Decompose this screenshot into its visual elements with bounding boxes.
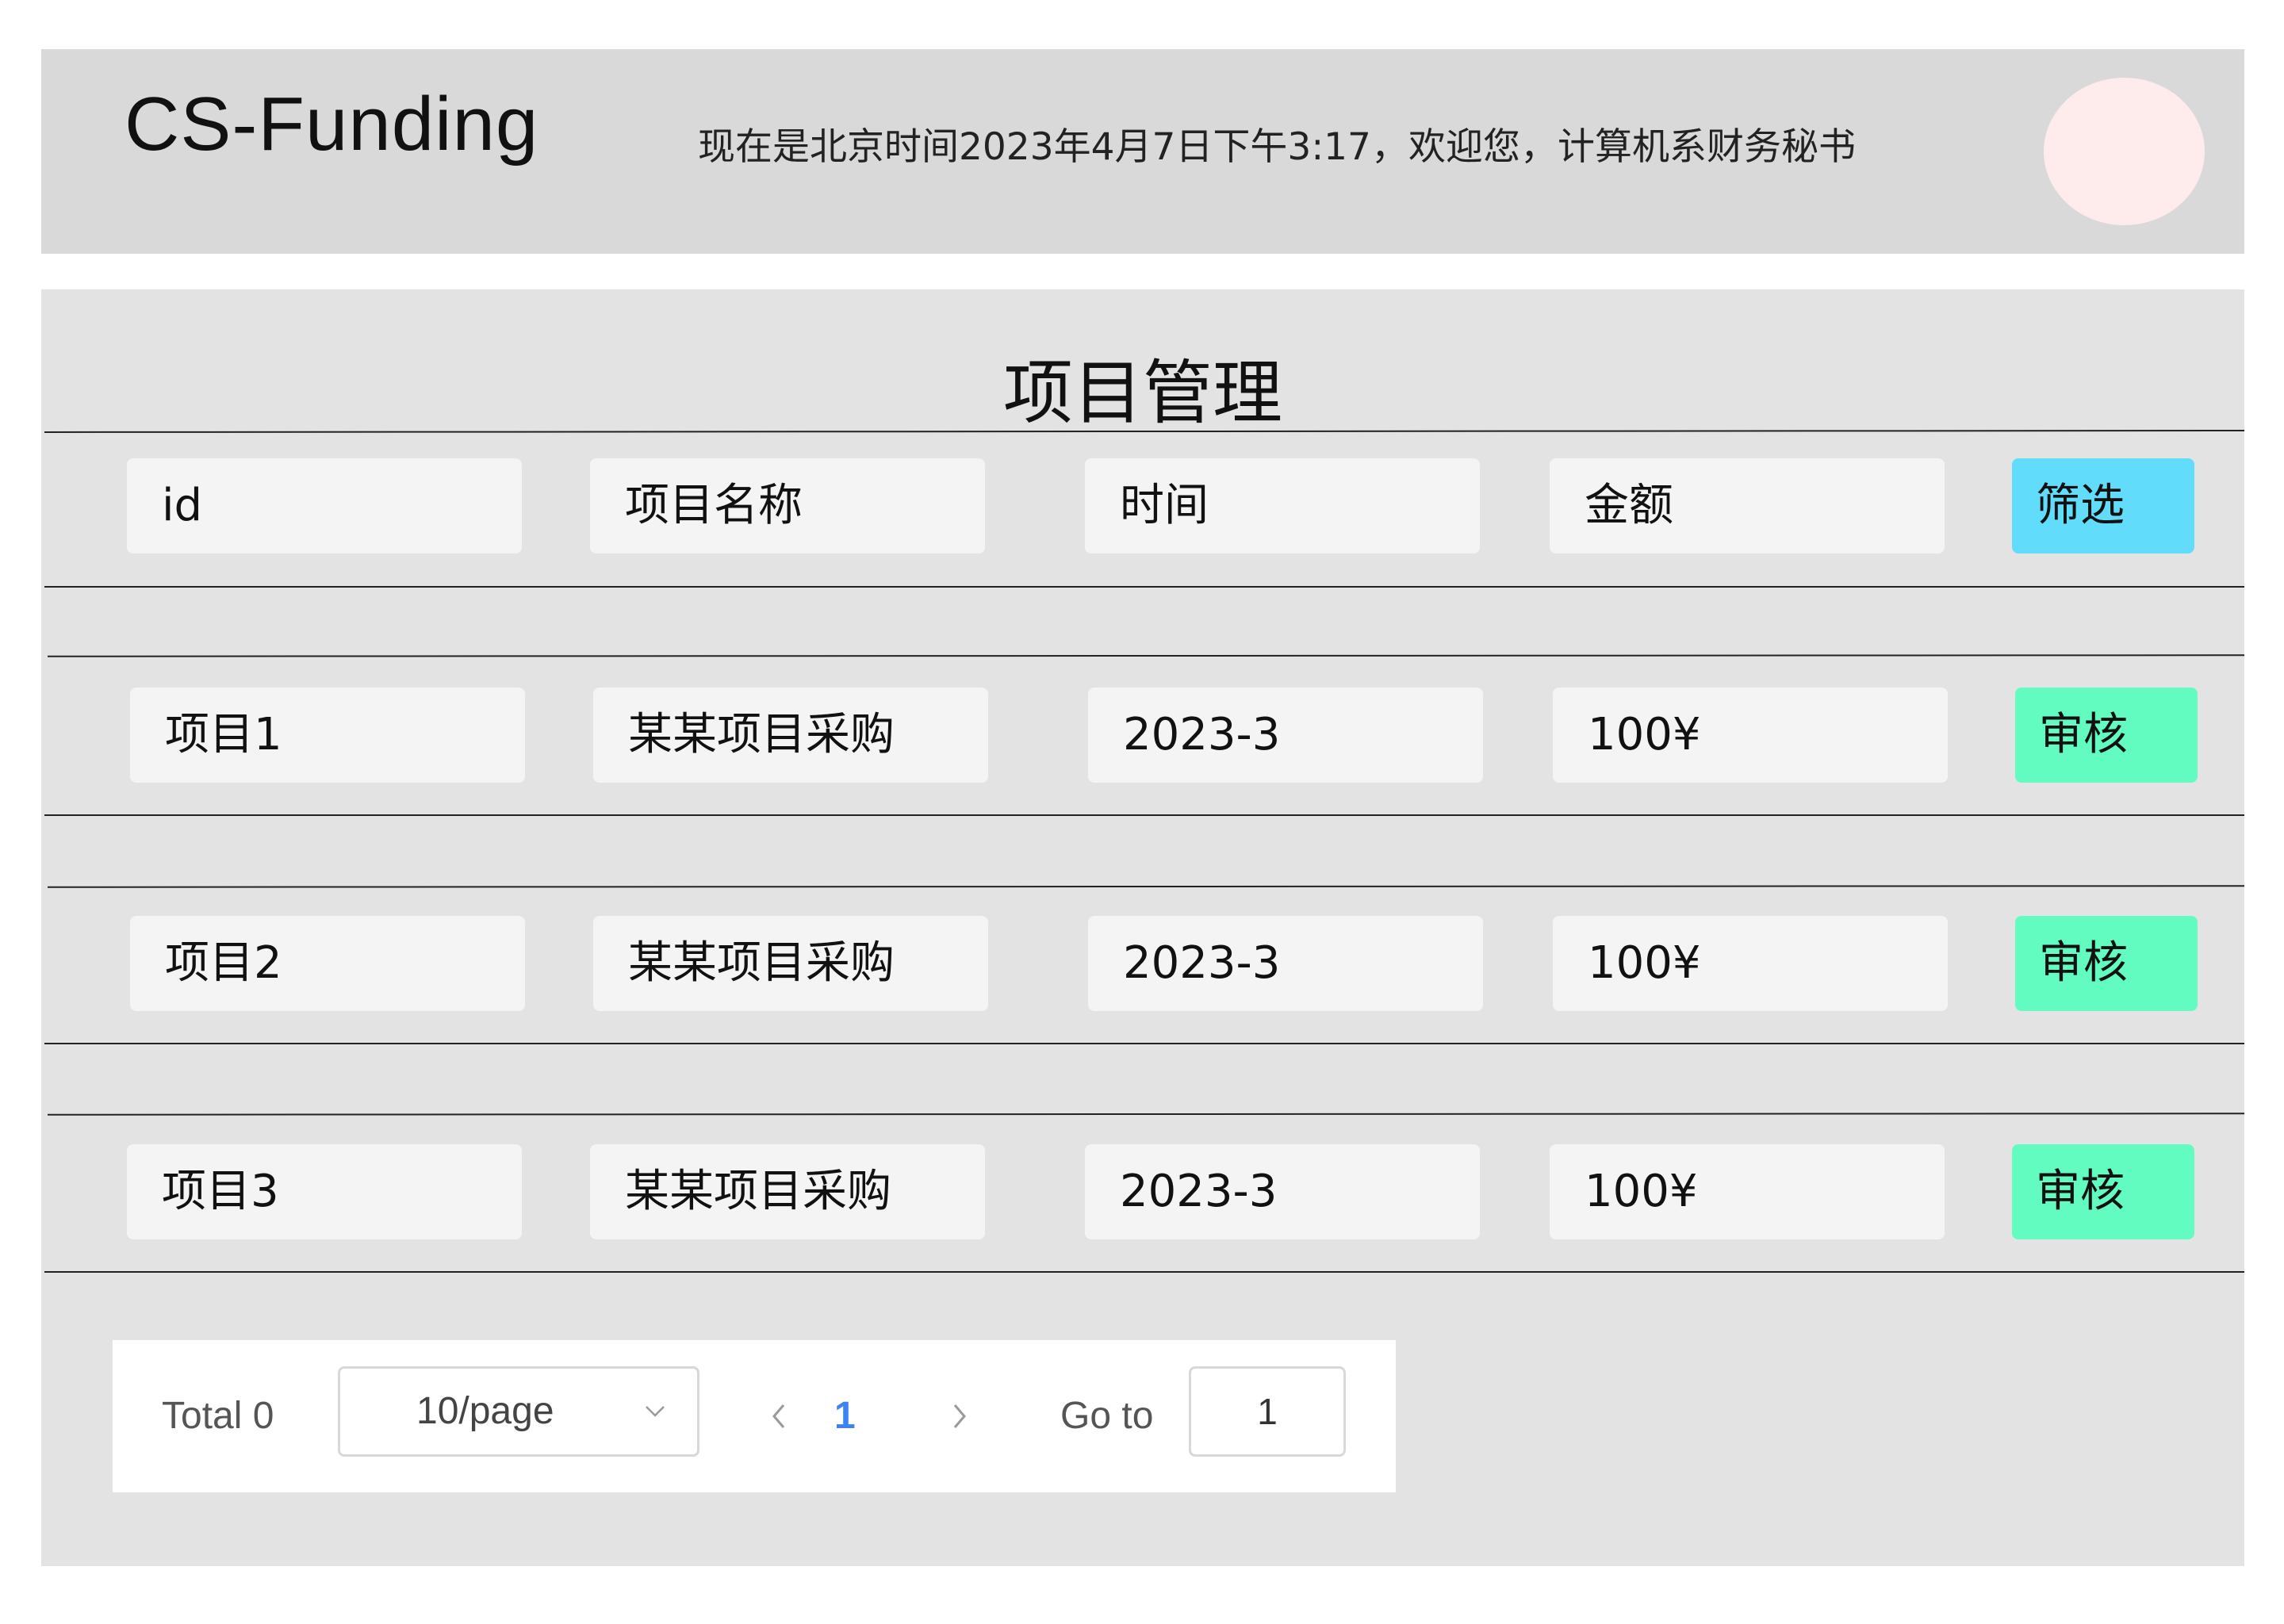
row-amount-cell: 100¥ <box>1553 688 1948 783</box>
total-count: Total 0 <box>162 1395 274 1437</box>
table-row: 项目3 某某项目采购 2023-3 100¥ 审核 <box>41 1144 2244 1239</box>
project-name-filter-input[interactable]: 项目名称 <box>590 458 985 553</box>
row-name-cell: 某某项目采购 <box>590 1144 985 1239</box>
review-button[interactable]: 审核 <box>2015 688 2198 783</box>
row-id-cell: 项目2 <box>130 916 525 1011</box>
divider <box>47 654 2245 657</box>
row-time-cell: 2023-3 <box>1088 916 1483 1011</box>
row-amount-cell: 100¥ <box>1553 916 1948 1011</box>
divider <box>47 885 2245 888</box>
row-time-cell: 2023-3 <box>1085 1144 1480 1239</box>
page-title: 项目管理 <box>1002 352 1282 434</box>
goto-page-input[interactable] <box>1189 1366 1346 1457</box>
page-size-value: 10/page <box>416 1390 554 1432</box>
amount-filter-input[interactable]: 金额 <box>1550 458 1945 553</box>
review-button[interactable]: 审核 <box>2012 1144 2194 1239</box>
chevron-down-icon <box>646 1406 665 1417</box>
project-management-panel: 项目管理 id 项目名称 时间 金额 筛选 项目1 某某项目采购 2023-3 … <box>41 289 2245 1566</box>
avatar[interactable] <box>2044 78 2205 225</box>
welcome-message: 现在是北京时间2023年4月7日下午3:17，欢迎您，计算机系财务秘书 <box>698 125 1856 169</box>
divider <box>47 1113 2245 1116</box>
id-filter-input[interactable]: id <box>127 458 522 553</box>
page-size-select[interactable]: 10/page <box>338 1366 699 1457</box>
divider <box>44 814 2244 816</box>
table-row: 项目1 某某项目采购 2023-3 100¥ 审核 <box>41 688 2244 783</box>
brand-title: CS-Funding <box>125 82 539 167</box>
review-button[interactable]: 审核 <box>2015 916 2198 1011</box>
divider <box>44 1043 2244 1044</box>
filter-button[interactable]: 筛选 <box>2012 458 2194 553</box>
chevron-right-icon[interactable] <box>944 1397 975 1435</box>
pagination: Total 0 10/page 1 Go to <box>113 1340 1396 1492</box>
goto-label: Go to <box>1060 1395 1154 1437</box>
page-number-current[interactable]: 1 <box>834 1340 856 1492</box>
row-id-cell: 项目1 <box>130 688 525 783</box>
time-filter-input[interactable]: 时间 <box>1085 458 1480 553</box>
row-time-cell: 2023-3 <box>1088 688 1483 783</box>
filter-row: id 项目名称 时间 金额 筛选 <box>41 458 2244 553</box>
table-row: 项目2 某某项目采购 2023-3 100¥ 审核 <box>41 916 2244 1011</box>
divider <box>44 1271 2244 1273</box>
divider <box>44 586 2244 588</box>
row-amount-cell: 100¥ <box>1550 1144 1945 1239</box>
header-bar: CS-Funding 现在是北京时间2023年4月7日下午3:17，欢迎您，计算… <box>41 49 2244 254</box>
row-name-cell: 某某项目采购 <box>593 688 988 783</box>
row-name-cell: 某某项目采购 <box>593 916 988 1011</box>
row-id-cell: 项目3 <box>127 1144 522 1239</box>
chevron-left-icon[interactable] <box>763 1397 795 1435</box>
